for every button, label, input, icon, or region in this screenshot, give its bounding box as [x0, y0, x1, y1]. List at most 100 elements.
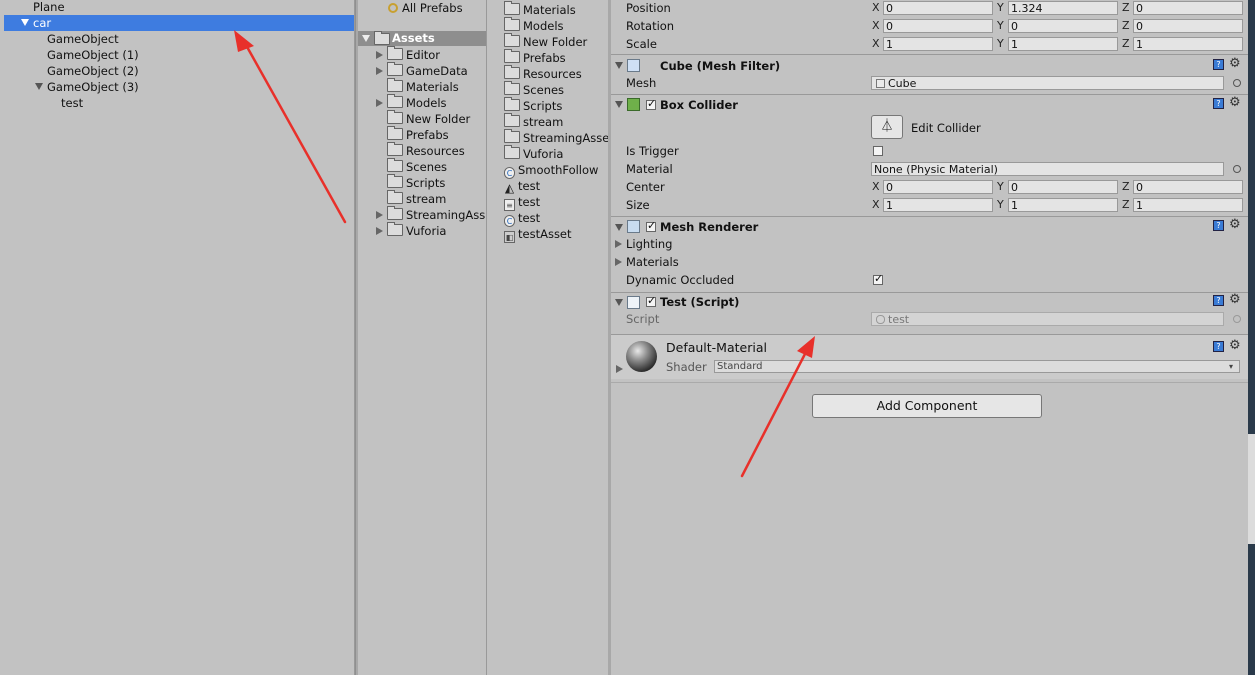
axis-y-label: Y — [997, 19, 1004, 32]
assets-root-item[interactable]: Assets — [358, 31, 486, 46]
folder-item-models[interactable]: Models — [376, 94, 447, 111]
box-collider-enabled-checkbox[interactable] — [646, 97, 656, 110]
rotation-x-field[interactable]: 0 — [883, 19, 993, 33]
object-picker-icon[interactable] — [1233, 165, 1241, 173]
test-script-enabled-checkbox[interactable] — [646, 294, 656, 307]
size-x-field[interactable]: 1 — [883, 198, 993, 212]
hierarchy-item-gameobject-1[interactable]: GameObject (1) — [4, 47, 354, 63]
file-item[interactable]: ◧ testAsset — [504, 226, 572, 243]
file-item[interactable]: C SmoothFollow — [504, 162, 598, 179]
hierarchy-item-car[interactable]: car — [4, 15, 354, 31]
fold-down-icon[interactable] — [35, 83, 43, 90]
position-x-field[interactable]: 0 — [883, 1, 993, 15]
file-item[interactable]: Scripts — [504, 97, 562, 114]
file-item[interactable]: StreamingAsse — [504, 129, 609, 146]
axis-x-label: X — [872, 19, 880, 32]
gear-icon[interactable]: ⚙ — [1229, 338, 1241, 353]
scale-x-field[interactable]: 1 — [883, 37, 993, 51]
file-item[interactable]: ◭ test — [504, 178, 540, 194]
gear-icon[interactable]: ⚙ — [1229, 217, 1241, 232]
all-prefabs-filter[interactable]: All Prefabs — [388, 0, 463, 16]
hierarchy-item-gameobject-3[interactable]: GameObject (3) — [4, 79, 354, 95]
lighting-foldout[interactable]: Lighting — [626, 236, 672, 252]
help-book-icon[interactable]: ? — [1213, 341, 1224, 352]
help-book-icon[interactable]: ? — [1213, 295, 1224, 306]
folder-item-prefabs[interactable]: Prefabs — [387, 126, 449, 143]
fold-right-icon[interactable] — [615, 240, 622, 248]
folder-item-resources[interactable]: Resources — [387, 142, 465, 159]
fold-down-icon[interactable] — [615, 62, 623, 69]
position-y-field[interactable]: 1.324 — [1008, 1, 1118, 15]
file-item[interactable]: Models — [504, 17, 564, 34]
folder-icon — [504, 17, 520, 31]
folder-label: StreamingAss — [406, 208, 486, 222]
fold-right-icon[interactable] — [376, 67, 383, 75]
fold-down-icon[interactable] — [21, 19, 29, 26]
folder-item-materials[interactable]: Materials — [387, 78, 459, 95]
folder-item-editor[interactable]: Editor — [376, 46, 440, 63]
shader-dropdown[interactable]: Standard ▾ — [714, 360, 1240, 373]
fold-right-icon[interactable] — [615, 258, 622, 266]
folder-item-streamingassets[interactable]: StreamingAss — [376, 206, 486, 223]
fold-down-icon[interactable] — [362, 35, 370, 42]
help-book-icon[interactable]: ? — [1213, 98, 1224, 109]
size-z-field[interactable]: 1 — [1133, 198, 1243, 212]
center-z-field[interactable]: 0 — [1133, 180, 1243, 194]
gear-icon[interactable]: ⚙ — [1229, 292, 1241, 307]
file-item[interactable]: New Folder — [504, 33, 587, 50]
file-item[interactable]: Vuforia — [504, 145, 564, 162]
folder-item-vuforia[interactable]: Vuforia — [376, 222, 446, 239]
file-item[interactable]: stream — [504, 113, 563, 130]
mesh-renderer-enabled-checkbox[interactable] — [646, 219, 656, 232]
hierarchy-item-test[interactable]: test — [4, 95, 354, 111]
help-book-icon[interactable]: ? — [1213, 59, 1224, 70]
center-y-field[interactable]: 0 — [1008, 180, 1118, 194]
folder-icon — [504, 145, 520, 159]
folder-icon — [387, 94, 403, 108]
fold-right-icon[interactable] — [376, 227, 383, 235]
scale-z-field[interactable]: 1 — [1133, 37, 1243, 51]
scrollbar-track[interactable] — [1248, 0, 1255, 675]
object-picker-icon — [1233, 315, 1241, 323]
gear-icon[interactable]: ⚙ — [1229, 95, 1241, 110]
file-label: Vuforia — [523, 147, 564, 161]
folder-item-scenes[interactable]: Scenes — [387, 158, 447, 175]
is-trigger-checkbox[interactable] — [873, 146, 883, 156]
folder-item-gamedata[interactable]: GameData — [376, 62, 468, 79]
fold-right-icon[interactable] — [376, 99, 383, 107]
file-item[interactable]: Scenes — [504, 81, 564, 98]
edit-collider-button[interactable]: ⏃ — [871, 115, 903, 139]
fold-down-icon[interactable] — [615, 101, 623, 108]
fold-right-icon[interactable] — [616, 365, 623, 373]
fold-right-icon[interactable] — [376, 211, 383, 219]
scrollbar-thumb[interactable] — [1248, 434, 1255, 544]
gear-icon[interactable]: ⚙ — [1229, 56, 1241, 71]
center-x-field[interactable]: 0 — [883, 180, 993, 194]
hierarchy-item-gameobject[interactable]: GameObject — [4, 31, 354, 47]
scale-y-field[interactable]: 1 — [1008, 37, 1118, 51]
object-picker-icon[interactable] — [1233, 79, 1241, 87]
physic-material-field[interactable]: None (Physic Material) — [871, 162, 1224, 176]
folder-item-scripts[interactable]: Scripts — [387, 174, 445, 191]
folder-item-stream[interactable]: stream — [387, 190, 446, 207]
fold-down-icon[interactable] — [615, 224, 623, 231]
position-z-field[interactable]: 0 — [1133, 1, 1243, 15]
folder-item-new-folder[interactable]: New Folder — [387, 110, 470, 127]
size-y-field[interactable]: 1 — [1008, 198, 1118, 212]
rotation-z-field[interactable]: 0 — [1133, 19, 1243, 33]
add-component-button[interactable]: Add Component — [812, 394, 1042, 418]
hierarchy-item-plane[interactable]: Plane — [4, 0, 354, 15]
rotation-y-field[interactable]: 0 — [1008, 19, 1118, 33]
file-item[interactable]: ≡ test — [504, 194, 540, 211]
hierarchy-item-gameobject-2[interactable]: GameObject (2) — [4, 63, 354, 79]
file-item[interactable]: Prefabs — [504, 49, 566, 66]
dynamic-occluded-checkbox[interactable] — [873, 272, 883, 285]
help-book-icon[interactable]: ? — [1213, 220, 1224, 231]
fold-down-icon[interactable] — [615, 299, 623, 306]
materials-foldout[interactable]: Materials — [626, 254, 679, 270]
file-item[interactable]: Resources — [504, 65, 582, 82]
mesh-field[interactable]: Cube — [871, 76, 1224, 90]
file-item[interactable]: Materials — [504, 1, 576, 18]
file-item[interactable]: Ctest — [504, 210, 540, 227]
fold-right-icon[interactable] — [376, 51, 383, 59]
